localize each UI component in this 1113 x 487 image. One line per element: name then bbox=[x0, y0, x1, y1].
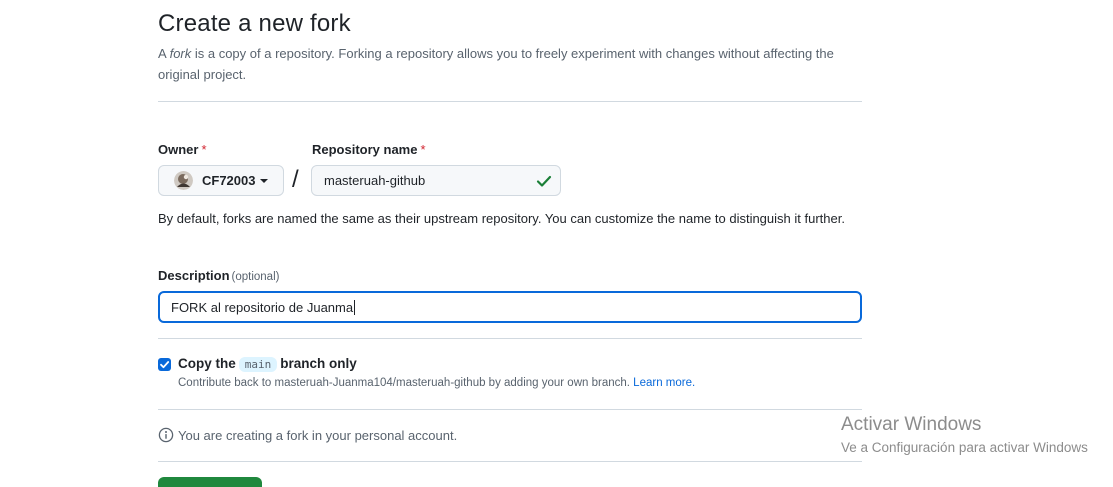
windows-activation-watermark-title: Activar Windows bbox=[841, 414, 982, 435]
required-mark: * bbox=[201, 142, 207, 157]
description-label: Description (optional) bbox=[158, 268, 280, 283]
page-intro: A fork is a copy of a repository. Forkin… bbox=[158, 46, 834, 82]
fork-term: fork bbox=[169, 46, 192, 61]
description-value: FORK al repositorio de Juanma bbox=[171, 299, 354, 315]
page-title: Create a new fork bbox=[158, 10, 351, 37]
owner-repo-separator: / bbox=[292, 166, 299, 193]
branch-name: main bbox=[238, 357, 278, 372]
repository-name-label: Repository name * bbox=[312, 142, 426, 157]
personal-account-notice: You are creating a fork in your personal… bbox=[158, 427, 457, 443]
windows-activation-watermark-text: Ve a Configuración para activar Windows bbox=[841, 440, 1088, 455]
divider bbox=[158, 409, 862, 410]
repository-name-help: By default, forks are named the same as … bbox=[158, 211, 845, 226]
copy-main-branch-checkbox[interactable] bbox=[158, 358, 171, 371]
owner-value: CF72003 bbox=[202, 173, 256, 188]
repository-name-input[interactable]: masteruah-github bbox=[311, 165, 561, 196]
required-mark: * bbox=[420, 142, 426, 157]
check-icon bbox=[536, 175, 552, 187]
divider bbox=[158, 101, 862, 102]
caret-down-icon bbox=[260, 179, 269, 183]
checkmark-icon bbox=[160, 361, 170, 369]
optional-hint: (optional) bbox=[231, 271, 280, 283]
description-input[interactable]: FORK al repositorio de Juanma bbox=[158, 291, 862, 323]
info-icon bbox=[158, 427, 174, 443]
learn-more-link[interactable]: Learn more. bbox=[633, 377, 695, 389]
owner-select-button[interactable]: CF72003 bbox=[158, 165, 284, 196]
owner-label: Owner * bbox=[158, 142, 207, 157]
copy-branch-help: Contribute back to masteruah-Juanma104/m… bbox=[178, 377, 696, 389]
avatar bbox=[174, 171, 193, 190]
repository-name-value: masteruah-github bbox=[324, 173, 426, 188]
divider bbox=[158, 461, 862, 462]
copy-branch-label[interactable]: Copy the main branch only bbox=[178, 356, 357, 372]
create-fork-button[interactable] bbox=[158, 477, 262, 487]
divider bbox=[158, 338, 862, 339]
text-cursor bbox=[354, 299, 356, 315]
